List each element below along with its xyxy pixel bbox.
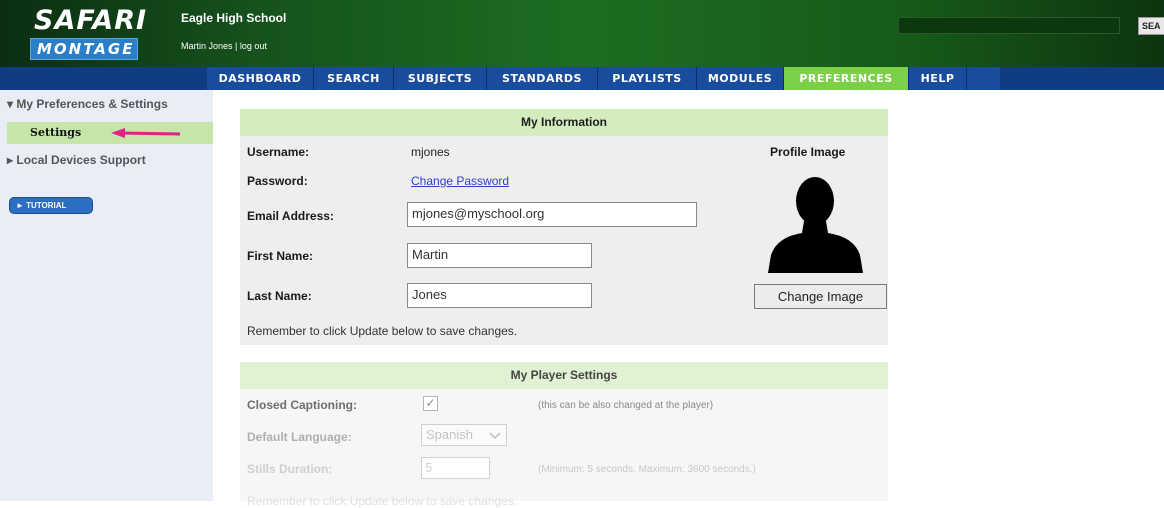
tutorial-button[interactable]: ► TUTORIAL (9, 197, 93, 214)
default-language-label: Default Language: (247, 430, 352, 444)
player-save-reminder: Remember to click Update below to save c… (247, 494, 518, 508)
my-information-title: My Information (240, 109, 888, 136)
closed-captioning-hint: (this can be also changed at the player) (538, 400, 714, 411)
nav-search[interactable]: SEARCH (314, 67, 394, 90)
last-name-label: Last Name: (247, 289, 312, 303)
nav-preferences[interactable]: PREFERENCES (784, 67, 909, 90)
closed-captioning-checkbox[interactable]: ✓ (423, 396, 438, 411)
email-label: Email Address: (247, 209, 334, 223)
nav-playlists[interactable]: PLAYLISTS (598, 67, 697, 90)
nav-subjects[interactable]: SUBJECTS (394, 67, 487, 90)
nav-modules[interactable]: MODULES (697, 67, 784, 90)
sidebar-local-devices[interactable]: ▸ Local Devices Support (7, 153, 146, 167)
default-language-value: Spanish (426, 427, 473, 442)
save-reminder: Remember to click Update below to save c… (247, 324, 518, 338)
user-name: Martin Jones (181, 41, 233, 51)
stills-duration-hint: (Minimum: 5 seconds, Maximum: 3600 secon… (538, 464, 756, 475)
sidebar-my-preferences[interactable]: ▾ My Preferences & Settings (7, 97, 168, 111)
player-settings-panel: My Player Settings Closed Captioning: ✓ … (240, 362, 888, 508)
last-name-field[interactable]: Jones (407, 283, 592, 308)
player-settings-title: My Player Settings (240, 362, 888, 389)
app-header: SAFARI MONTAGE Eagle High School Martin … (0, 0, 1164, 67)
logo-line1: SAFARI (34, 5, 148, 36)
nav-standards[interactable]: STANDARDS (487, 67, 598, 90)
school-name: Eagle High School (181, 11, 287, 25)
safari-montage-logo[interactable]: SAFARI MONTAGE (30, 6, 146, 62)
main-nav: DASHBOARD SEARCH SUBJECTS STANDARDS PLAY… (207, 67, 1000, 90)
chevron-down-icon (489, 432, 501, 440)
search-button[interactable]: SEA (1138, 17, 1164, 35)
default-language-select[interactable]: Spanish (421, 424, 507, 446)
first-name-field[interactable]: Martin (407, 243, 592, 268)
nav-dashboard[interactable]: DASHBOARD (207, 67, 314, 90)
user-separator: | (232, 41, 240, 51)
first-name-label: First Name: (247, 249, 314, 263)
password-label: Password: (247, 174, 308, 188)
username-value: mjones (411, 145, 450, 159)
avatar-silhouette-icon (768, 177, 863, 273)
stills-duration-field[interactable]: 5 (421, 457, 490, 479)
sidebar-item-settings-label: Settings (30, 126, 82, 139)
sidebar: ▾ My Preferences & Settings (0, 90, 213, 501)
logout-link[interactable]: log out (240, 41, 267, 51)
profile-image (768, 175, 863, 273)
logo-line2: MONTAGE (30, 38, 138, 60)
nav-help[interactable]: HELP (909, 67, 967, 90)
user-line: Martin Jones | log out (181, 41, 267, 51)
email-field[interactable]: mjones@myschool.org (407, 202, 697, 227)
change-password-link[interactable]: Change Password (411, 174, 509, 188)
closed-captioning-label: Closed Captioning: (247, 398, 357, 412)
profile-image-label: Profile Image (770, 145, 846, 159)
change-image-button[interactable]: Change Image (754, 284, 887, 309)
search-input[interactable] (898, 17, 1120, 34)
sidebar-item-settings[interactable]: Settings (7, 122, 213, 144)
username-label: Username: (247, 145, 310, 159)
my-information-panel: My Information Username: mjones Password… (240, 109, 888, 345)
annotation-arrow-icon (111, 128, 181, 138)
stills-duration-label: Stills Duration: (247, 462, 333, 476)
